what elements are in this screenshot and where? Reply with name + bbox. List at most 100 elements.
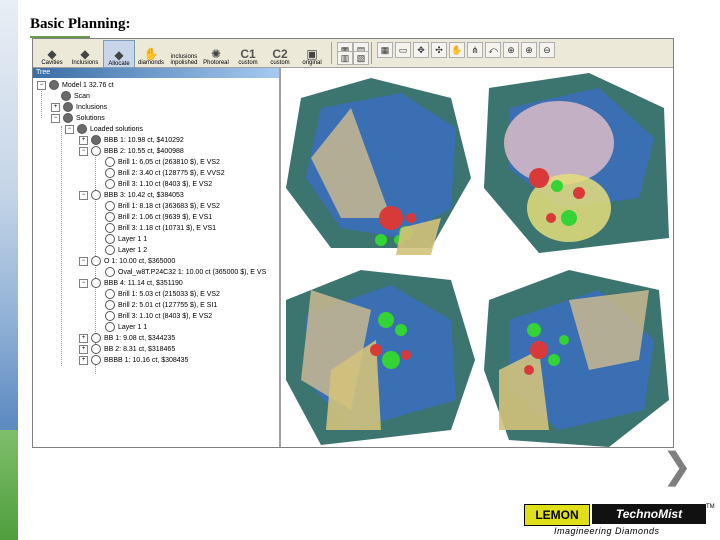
view-bottom-right[interactable] — [479, 260, 673, 447]
node-icon — [105, 245, 115, 256]
3d-viewport[interactable] — [281, 68, 673, 447]
fit-icon[interactable]: ⊕ — [503, 42, 519, 58]
node-icon — [91, 333, 101, 344]
tree-item-stone[interactable]: Brill 3: 1.18 ct (10731 $), E VS1 — [105, 223, 216, 234]
gem-icon: ◆ — [80, 47, 90, 61]
pan-hand-icon[interactable]: ✋ — [449, 42, 465, 58]
zoom-out-icon[interactable]: ⊖ — [539, 42, 555, 58]
logo-wordmark: LEMON TechnoMist — [524, 504, 706, 526]
tree-item-stone[interactable]: Brill 1: 8.18 ct (363683 $), E VS2 — [105, 201, 220, 212]
node-icon — [105, 201, 115, 212]
tree-item-scan[interactable]: Scan — [61, 91, 90, 102]
photoreal-button[interactable]: ✺ Photoreal — [201, 40, 231, 66]
grid-view-icon[interactable]: ▦ — [377, 42, 393, 58]
collapse-icon[interactable]: − — [79, 256, 88, 266]
node-icon — [61, 91, 71, 102]
node-icon — [105, 223, 115, 234]
expand-icon[interactable]: + — [79, 344, 88, 354]
original-button[interactable]: ▣ original — [297, 40, 327, 66]
node-icon — [105, 300, 115, 311]
node-icon — [105, 289, 115, 300]
allocate-button[interactable]: ◆ Allocate — [103, 40, 135, 68]
expand-icon[interactable]: + — [79, 135, 88, 145]
node-icon — [77, 124, 87, 135]
node-icon — [105, 311, 115, 322]
tree-item-solution[interactable]: − BBB 2: 10.55 ct, $400988 — [79, 146, 184, 157]
node-icon — [105, 157, 115, 168]
tree-item-solution[interactable]: + BB 2: 8.31 ct, $318465 — [79, 344, 175, 355]
inclusions-inpolished-button[interactable]: inclusions inpolished — [169, 40, 199, 66]
tree-panel: Tree − Model 1 32.76 ct Scan + Inclusions … — [33, 68, 281, 447]
tree-item-layer[interactable]: Layer 1 1 — [105, 322, 147, 333]
tree-item-stone[interactable]: Brill 1: 6.05 ct (263810 $), E VS2 — [105, 157, 220, 168]
tree-item-stone[interactable]: Brill 3: 1.10 ct (8403 $), E VS2 — [105, 179, 212, 190]
rough-stone-render — [281, 260, 475, 447]
toolbar: ◆ Cavities ◆ Inclusions ◆ Allocate ✋ dia… — [33, 39, 673, 68]
cavities-button[interactable]: ◆ Cavities — [37, 40, 67, 66]
collapse-icon[interactable]: − — [79, 190, 88, 200]
view-bottom-left[interactable] — [281, 260, 475, 447]
expand-icon[interactable]: + — [51, 102, 60, 112]
rough-stone-render — [281, 68, 475, 255]
tree-item-solution[interactable]: − O 1: 10.00 ct, $365000 — [79, 256, 175, 267]
left-accent-green — [0, 430, 18, 540]
sparkle-icon: ✺ — [210, 47, 222, 61]
collapse-icon[interactable]: − — [37, 80, 46, 90]
rotate-icon[interactable]: ⤺ — [485, 42, 501, 58]
tree-item-layer[interactable]: Layer 1 2 — [105, 245, 147, 256]
node-icon — [91, 355, 101, 366]
layout-3-icon[interactable]: ▥ — [337, 51, 353, 65]
hand-icon: ✋ — [143, 47, 159, 61]
layout-4-icon[interactable]: ▧ — [353, 51, 369, 65]
tree-item-stone[interactable]: Brill 2: 5.01 ct (127755 $), E SI1 — [105, 300, 217, 311]
node-icon — [105, 179, 115, 190]
node-icon — [91, 190, 101, 201]
node-icon — [49, 80, 59, 91]
tree-item-stone[interactable]: Brill 1: 5.03 ct (215033 $), E VS2 — [105, 289, 220, 300]
tree-item-stone[interactable]: Brill 3: 1.10 ct (8403 $), E VS2 — [105, 311, 212, 322]
expand-icon[interactable]: + — [79, 355, 88, 365]
expand-icon[interactable]: + — [79, 333, 88, 343]
node-icon — [105, 267, 115, 278]
gem-icon: ◆ — [47, 47, 57, 61]
collapse-icon[interactable]: − — [79, 146, 88, 156]
tree-item-model[interactable]: − Model 1 32.76 ct — [37, 80, 114, 91]
tree-item-solution[interactable]: + BBB 1: 10.98 ct, $410292 — [79, 135, 184, 146]
tree-item-stone[interactable]: Brill 2: 1.06 ct (9639 $), E VS1 — [105, 212, 212, 223]
move-icon[interactable]: ✥ — [413, 42, 429, 58]
view-top-right[interactable] — [479, 68, 673, 255]
tree-item-solution[interactable]: − BBB 4: 11.14 ct, $351190 — [79, 278, 183, 289]
inclusions-button[interactable]: ◆ Inclusions — [69, 40, 101, 66]
slide-title: Basic Planning: — [30, 16, 131, 32]
diamonds-button[interactable]: ✋ diamonds — [135, 40, 167, 66]
chevron-right-icon[interactable]: ❯ — [662, 448, 692, 484]
split-view-icon[interactable]: ▭ — [395, 42, 411, 58]
measure-icon[interactable]: ⋔ — [467, 42, 483, 58]
tree-item-solution[interactable]: − BBB 3: 10.42 ct, $384053 — [79, 190, 184, 201]
application-window: ◆ Cavities ◆ Inclusions ◆ Allocate ✋ dia… — [32, 38, 674, 448]
move-all-icon[interactable]: ✣ — [431, 42, 447, 58]
logo-lemon: LEMON — [524, 504, 590, 526]
collapse-icon[interactable]: − — [51, 113, 60, 123]
tree-item-solution[interactable]: + BBBB 1: 10.16 ct, $308435 — [79, 355, 188, 366]
collapse-icon[interactable]: − — [79, 278, 88, 288]
tree-item-solution[interactable]: + BB 1: 9.08 ct, $344235 — [79, 333, 175, 344]
tree-item-layer[interactable]: Layer 1 1 — [105, 234, 147, 245]
node-icon — [91, 344, 101, 355]
tree-item-stone[interactable]: Brill 2: 3.40 ct (128775 $), E VVS2 — [105, 168, 225, 179]
tree-item-loaded-solutions[interactable]: − Loaded solutions — [65, 124, 143, 135]
collapse-icon[interactable]: − — [65, 124, 74, 134]
node-icon — [91, 135, 101, 146]
tree-item-solutions[interactable]: − Solutions — [51, 113, 105, 124]
zoom-in-icon[interactable]: ⊕ — [521, 42, 537, 58]
logo-trademark: TM — [706, 504, 715, 510]
custom-c2-button[interactable]: C2 custom — [265, 40, 295, 66]
company-logo: LEMON TechnoMist TM Imagineering Diamond… — [524, 504, 715, 536]
node-icon — [91, 278, 101, 289]
gem-icon: ◆ — [114, 48, 124, 62]
custom-c1-button[interactable]: C1 custom — [233, 40, 263, 66]
tree-item-stone[interactable]: Oval_w8T.P24C32 1: 10.00 ct (365000 $), … — [105, 267, 266, 278]
tree-item-inclusions[interactable]: + Inclusions — [51, 102, 107, 113]
view-top-left[interactable] — [281, 68, 475, 255]
node-icon — [105, 212, 115, 223]
